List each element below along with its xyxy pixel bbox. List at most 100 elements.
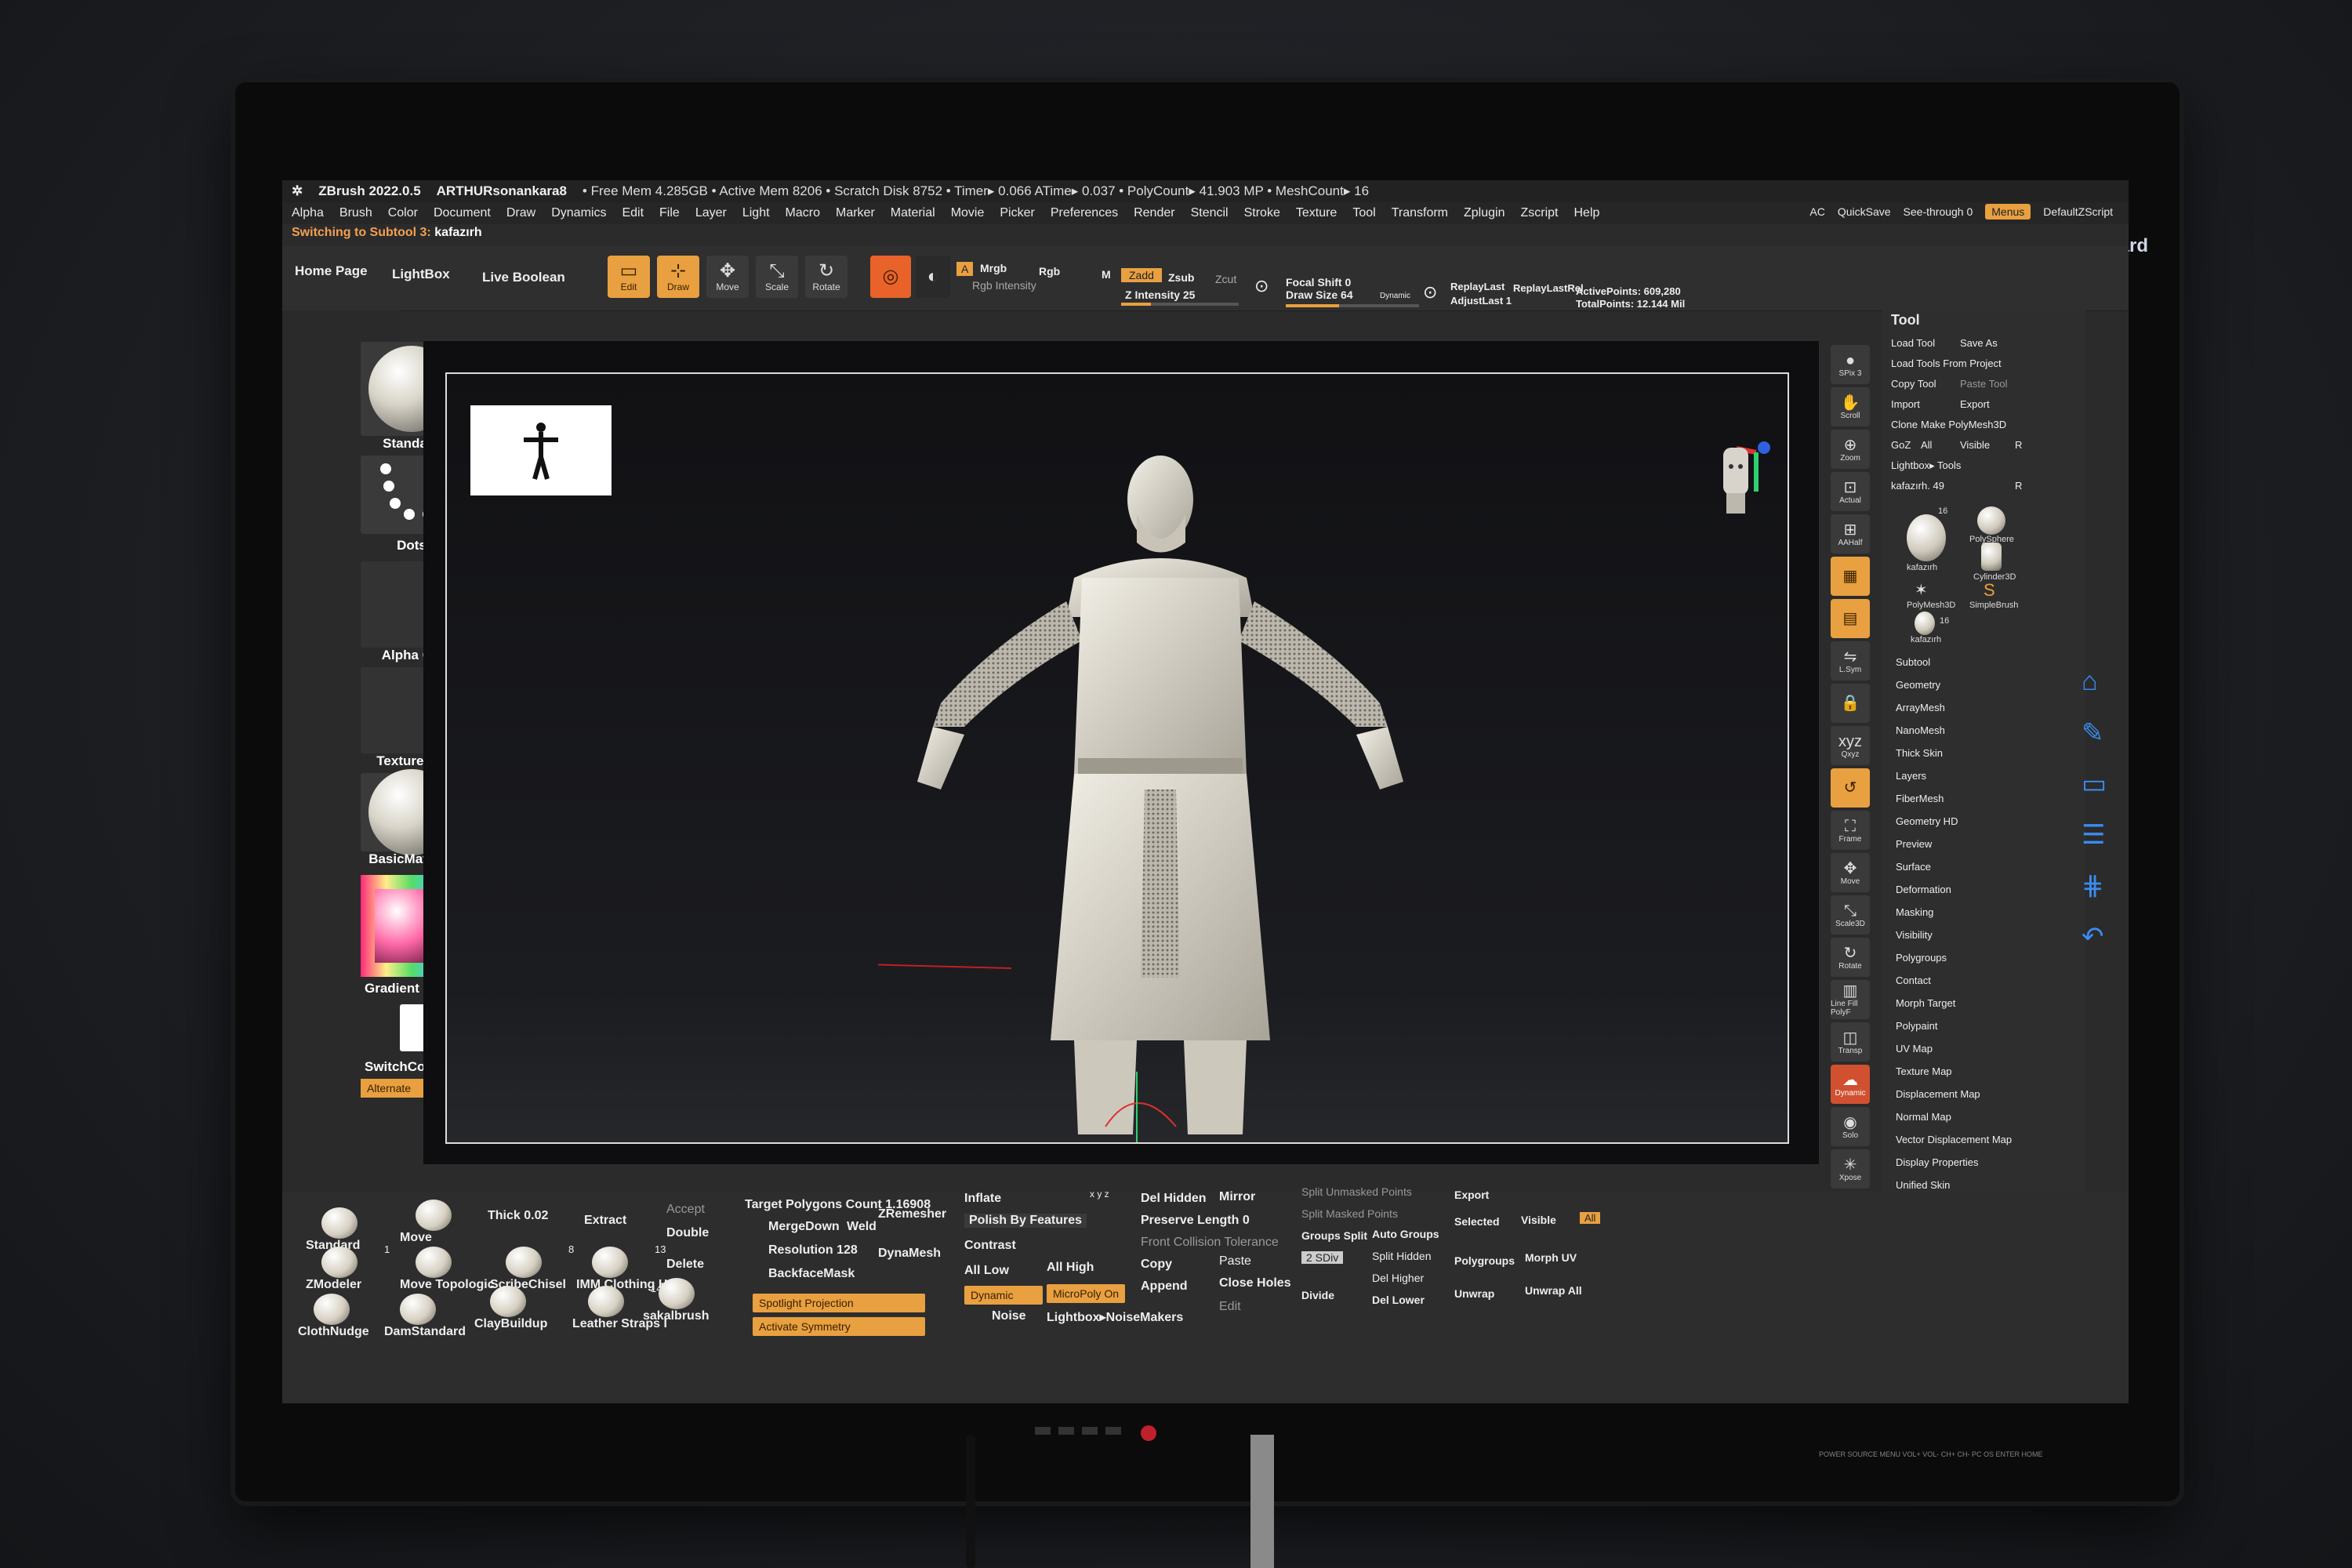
thick-slider[interactable]: Thick 0.02 <box>488 1209 548 1223</box>
draw-size-track[interactable] <box>1286 304 1419 307</box>
subpalette-arraymesh[interactable]: ArrayMesh <box>1896 696 2012 719</box>
tool-load-tools-from-project-button[interactable]: Load Tools From Project <box>1891 358 2002 369</box>
xpose-button[interactable]: ✳ Xpose <box>1831 1149 1870 1189</box>
default-zscript-button[interactable]: DefaultZScript <box>2043 205 2113 218</box>
spotlight-icon[interactable]: ◎ <box>870 256 911 298</box>
del-lower-button[interactable]: Del Lower <box>1372 1294 1425 1306</box>
z-intensity-track[interactable] <box>1121 303 1239 306</box>
subpalette-displacement-map[interactable]: Displacement Map <box>1896 1083 2012 1105</box>
polyf-button[interactable]: ▥ Line Fill PolyF <box>1831 980 1870 1019</box>
menus-toggle[interactable]: Menus <box>1985 204 2031 220</box>
mrgb-toggle[interactable]: Mrgb <box>980 262 1007 274</box>
menu-item-movie[interactable]: Movie <box>951 206 985 220</box>
tool-save-as-button[interactable]: Save As <box>1960 337 1998 349</box>
tool-thumb-kafazirh[interactable] <box>1907 514 1946 561</box>
list-icon[interactable]: ☰ <box>2082 819 2105 851</box>
subpalette-thick-skin[interactable]: Thick Skin <box>1896 742 2012 764</box>
export-selected-button[interactable]: Selected <box>1454 1215 1500 1228</box>
export-visible-button[interactable]: Visible <box>1521 1214 1556 1226</box>
brush-sakalbrush[interactable]: sakalbrush <box>643 1278 709 1323</box>
subpalette-layers[interactable]: Layers <box>1896 764 2012 787</box>
auto-groups-button[interactable]: Auto Groups <box>1372 1228 1439 1240</box>
brush-damstandard[interactable]: DamStandard <box>384 1294 466 1339</box>
menu-item-stencil[interactable]: Stencil <box>1191 206 1229 220</box>
scale-view-button[interactable]: ⤡ Scale3D <box>1831 895 1870 935</box>
subpalette-polypaint[interactable]: Polypaint <box>1896 1014 2012 1037</box>
export-all-button[interactable]: All <box>1580 1212 1601 1224</box>
rgb-intensity-slider[interactable]: Rgb Intensity <box>972 279 1036 292</box>
subpalette-nanomesh[interactable]: NanoMesh <box>1896 719 2012 742</box>
subpalette-texture-map[interactable]: Texture Map <box>1896 1060 2012 1083</box>
rotate-button[interactable]: ↻ Rotate <box>805 256 848 298</box>
tool-make-polymesh3d-button[interactable]: Make PolyMesh3D <box>1921 419 2006 430</box>
menu-item-edit[interactable]: Edit <box>622 206 644 220</box>
tool-paste-tool-button[interactable]: Paste Tool <box>1960 378 2007 390</box>
split-masked-button[interactable]: Split Masked Points <box>1301 1207 1398 1220</box>
adjust-last-slider[interactable]: AdjustLast 1 <box>1450 295 1512 307</box>
tool-thumb-kafazirh-small[interactable] <box>1915 612 1935 635</box>
brush-claybuildup[interactable]: ClayBuildup <box>474 1286 547 1331</box>
z-intensity-slider[interactable]: Z Intensity 25 <box>1125 289 1195 301</box>
subpalette-polygroups[interactable]: Polygroups <box>1896 946 2012 969</box>
persp-button[interactable]: ▦ <box>1831 557 1870 596</box>
quicksave-button[interactable]: QuickSave <box>1838 205 1891 218</box>
subpalette-vector-displacement-map[interactable]: Vector Displacement Map <box>1896 1128 2012 1151</box>
all-high-button[interactable]: All High <box>1047 1261 1094 1275</box>
zremesher-button[interactable]: ZRemesher <box>878 1207 946 1221</box>
morph-uv-button[interactable]: Morph UV <box>1525 1251 1577 1264</box>
polymesh-star-icon[interactable]: ✶ <box>1915 580 1928 600</box>
export-button[interactable]: Export <box>1454 1189 1489 1201</box>
replay-icon[interactable]: ⊙ <box>1423 282 1437 303</box>
menu-item-dynamics[interactable]: Dynamics <box>551 206 606 220</box>
spotlight-projection-toggle[interactable]: Spotlight Projection <box>753 1294 925 1312</box>
subpalette-masking[interactable]: Masking <box>1896 901 2012 924</box>
rgb-toggle[interactable]: Rgb <box>1039 265 1060 278</box>
menu-item-preferences[interactable]: Preferences <box>1051 206 1118 220</box>
edit-button[interactable]: Edit <box>1219 1300 1241 1314</box>
subpalette-normal-map[interactable]: Normal Map <box>1896 1105 2012 1128</box>
edit-button[interactable]: ▭ Edit <box>608 256 650 298</box>
split-unmasked-button[interactable]: Split Unmasked Points <box>1301 1185 1412 1198</box>
weld-toggle[interactable]: Weld <box>847 1220 877 1234</box>
groups-split-button[interactable]: Groups Split <box>1301 1229 1367 1242</box>
a-toggle[interactable]: A <box>956 262 974 276</box>
simple-brush-icon[interactable]: S <box>1984 580 1995 601</box>
zoom-button[interactable]: ⊕ Zoom <box>1831 430 1870 469</box>
menu-item-help[interactable]: Help <box>1573 206 1599 220</box>
subpalette-uv-map[interactable]: UV Map <box>1896 1037 2012 1060</box>
home-icon[interactable]: ⌂ <box>2082 666 2098 697</box>
menu-item-file[interactable]: File <box>659 206 680 220</box>
front-collision-tolerance-slider[interactable]: Front Collision Tolerance <box>1141 1236 1279 1250</box>
dynamic-toggle[interactable]: Dynamic <box>964 1286 1043 1305</box>
head-orientation-icon[interactable] <box>1715 445 1756 515</box>
merge-down-button[interactable]: MergeDown <box>768 1220 840 1234</box>
lock-button[interactable]: 🔒 <box>1831 684 1870 723</box>
tool-import-button[interactable]: Import <box>1891 398 1920 410</box>
tool-thumb-cylinder[interactable] <box>1981 543 2002 571</box>
subpalette-subtool[interactable]: Subtool <box>1896 651 2012 673</box>
all-low-button[interactable]: All Low <box>964 1264 1009 1278</box>
ghost-button[interactable]: ☁ Dynamic <box>1831 1065 1870 1104</box>
contrast-slider[interactable]: Contrast <box>964 1239 1016 1253</box>
bpr-button[interactable]: ● SPix 3 <box>1831 345 1870 384</box>
subpalette-preview[interactable]: Preview <box>1896 833 2012 855</box>
micropoly-toggle[interactable]: MicroPoly On <box>1047 1284 1125 1303</box>
pen-icon[interactable]: ✎ <box>2082 717 2104 749</box>
subpalette-geometry[interactable]: Geometry <box>1896 673 2012 696</box>
draw-button[interactable]: ⊹ Draw <box>657 256 699 298</box>
accept-button[interactable]: Accept <box>666 1203 705 1217</box>
zsub-toggle[interactable]: Zsub <box>1168 271 1194 284</box>
solo-button[interactable]: ◉ Solo <box>1831 1107 1870 1146</box>
draw-size-slider[interactable]: Draw Size 64 <box>1286 289 1353 301</box>
lightbox-button[interactable]: LightBox <box>392 267 450 282</box>
dynamesh-button[interactable]: DynaMesh <box>878 1247 941 1261</box>
tool-thumb-polysphere[interactable] <box>1977 506 2005 535</box>
menu-item-alpha[interactable]: Alpha <box>292 206 324 220</box>
subpalette-visibility[interactable]: Visibility <box>1896 924 2012 946</box>
delete-button[interactable]: Delete <box>666 1258 704 1272</box>
subpalette-surface[interactable]: Surface <box>1896 855 2012 878</box>
focal-shift-slider[interactable]: Focal Shift 0 <box>1286 276 1351 289</box>
menu-item-tool[interactable]: Tool <box>1352 206 1375 220</box>
brush-move[interactable]: Move <box>400 1200 452 1245</box>
focal-shift-icon[interactable]: ⊙ <box>1254 276 1269 296</box>
